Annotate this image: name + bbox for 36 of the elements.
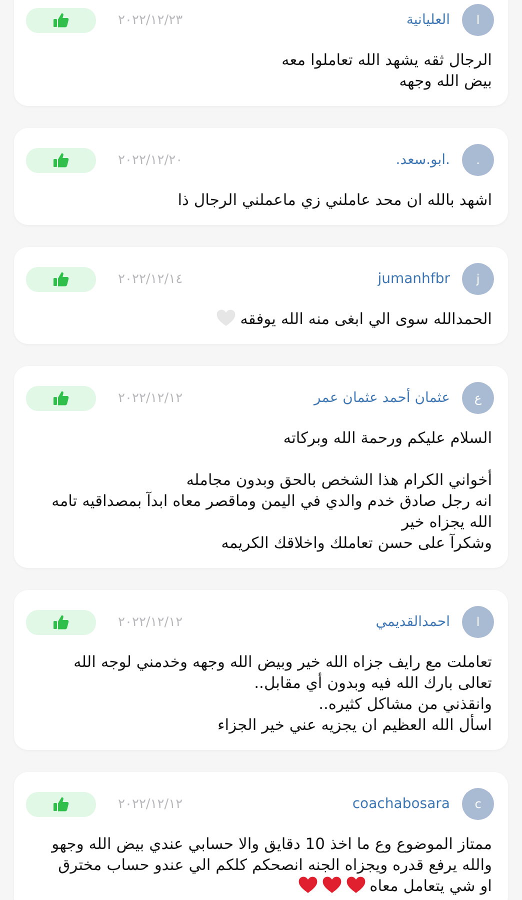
avatar: ع bbox=[462, 382, 494, 414]
like-button[interactable] bbox=[26, 266, 96, 292]
comment-text: الرجال ثقه يشهد الله تعاملوا معه بيض الله وجهه bbox=[280, 50, 493, 92]
thumbs-up-icon bbox=[53, 614, 69, 630]
avatar: ا bbox=[462, 4, 494, 36]
comment-date: ٢٠٢٢/١٢/١٢ bbox=[118, 796, 183, 812]
avatar: ا bbox=[462, 606, 494, 638]
author-name[interactable]: العليانية bbox=[406, 12, 450, 28]
comment-date: ٢٠٢٢/١٢/٢٣ bbox=[118, 12, 183, 28]
comment-date: ٢٠٢٢/١٢/١٤ bbox=[118, 272, 183, 286]
thumbs-up-icon bbox=[53, 796, 69, 812]
comment-text: اشهد بالله ان محد عاملني زي ماعملني الرجال ذا bbox=[176, 190, 493, 211]
avatar: . bbox=[462, 144, 494, 176]
like-button[interactable] bbox=[26, 610, 96, 634]
author-name[interactable]: احمدالقديمي bbox=[376, 614, 450, 630]
like-button[interactable] bbox=[26, 386, 96, 410]
like-button[interactable] bbox=[26, 148, 96, 172]
thumbs-up-icon bbox=[53, 12, 69, 28]
author-name[interactable]: coachabosara bbox=[352, 796, 450, 812]
author-name[interactable]: عثمان أحمد عثمان عمر bbox=[314, 390, 450, 406]
thumbs-up-icon bbox=[53, 152, 69, 168]
author-name[interactable]: jumanhfbr bbox=[378, 271, 450, 287]
thumbs-up-icon bbox=[53, 271, 69, 287]
comment-date: ٢٠٢٢/١٢/١٢ bbox=[118, 390, 183, 406]
avatar: c bbox=[462, 788, 494, 820]
avatar: j bbox=[462, 263, 494, 295]
comment-text: السلام عليكم ورحمة الله وبركاته أخواني الكرام هذا الشخص بالحق وبدون مجامله انه رجل صادق خدم والدي في اليمن وماقصر معاه ابدآ بمصداقيه تامه الله يجزاه خير وشكرآ على حسن تعاملك واخلاقك الكريمه bbox=[50, 428, 493, 554]
thumbs-up-icon bbox=[53, 390, 69, 406]
like-button[interactable] bbox=[26, 792, 96, 816]
comment-date: ٢٠٢٢/١٢/١٢ bbox=[118, 614, 183, 630]
comment-text: الحمدالله سوى الي ابغى منه الله يوفقه bbox=[26, 309, 494, 330]
comment-text: ممتاز الموضوع وع ما اخذ 10 دقايق والا حسابي عندي بيض الله وجهو والله يرفع قدره ويجزاه الجنه انصحكم كلكم الي عندو حساب مخترق او شي يتعامل معاه bbox=[50, 834, 493, 897]
author-name[interactable]: .ابو.سعد. bbox=[396, 152, 450, 168]
comment-text: تعاملت مع رايف جزاه الله خير وبيض الله وجهه وخدمني لوجه الله تعالى بارك الله فيه وبدون أي مقابل.. وانقذني من مشاكل كثيره.. اسأل الله العظيم ان يجزيه عني خير الجزاء bbox=[72, 652, 493, 736]
comment-date: ٢٠٢٢/١٢/٢٠ bbox=[118, 152, 183, 168]
like-button[interactable] bbox=[26, 8, 96, 32]
